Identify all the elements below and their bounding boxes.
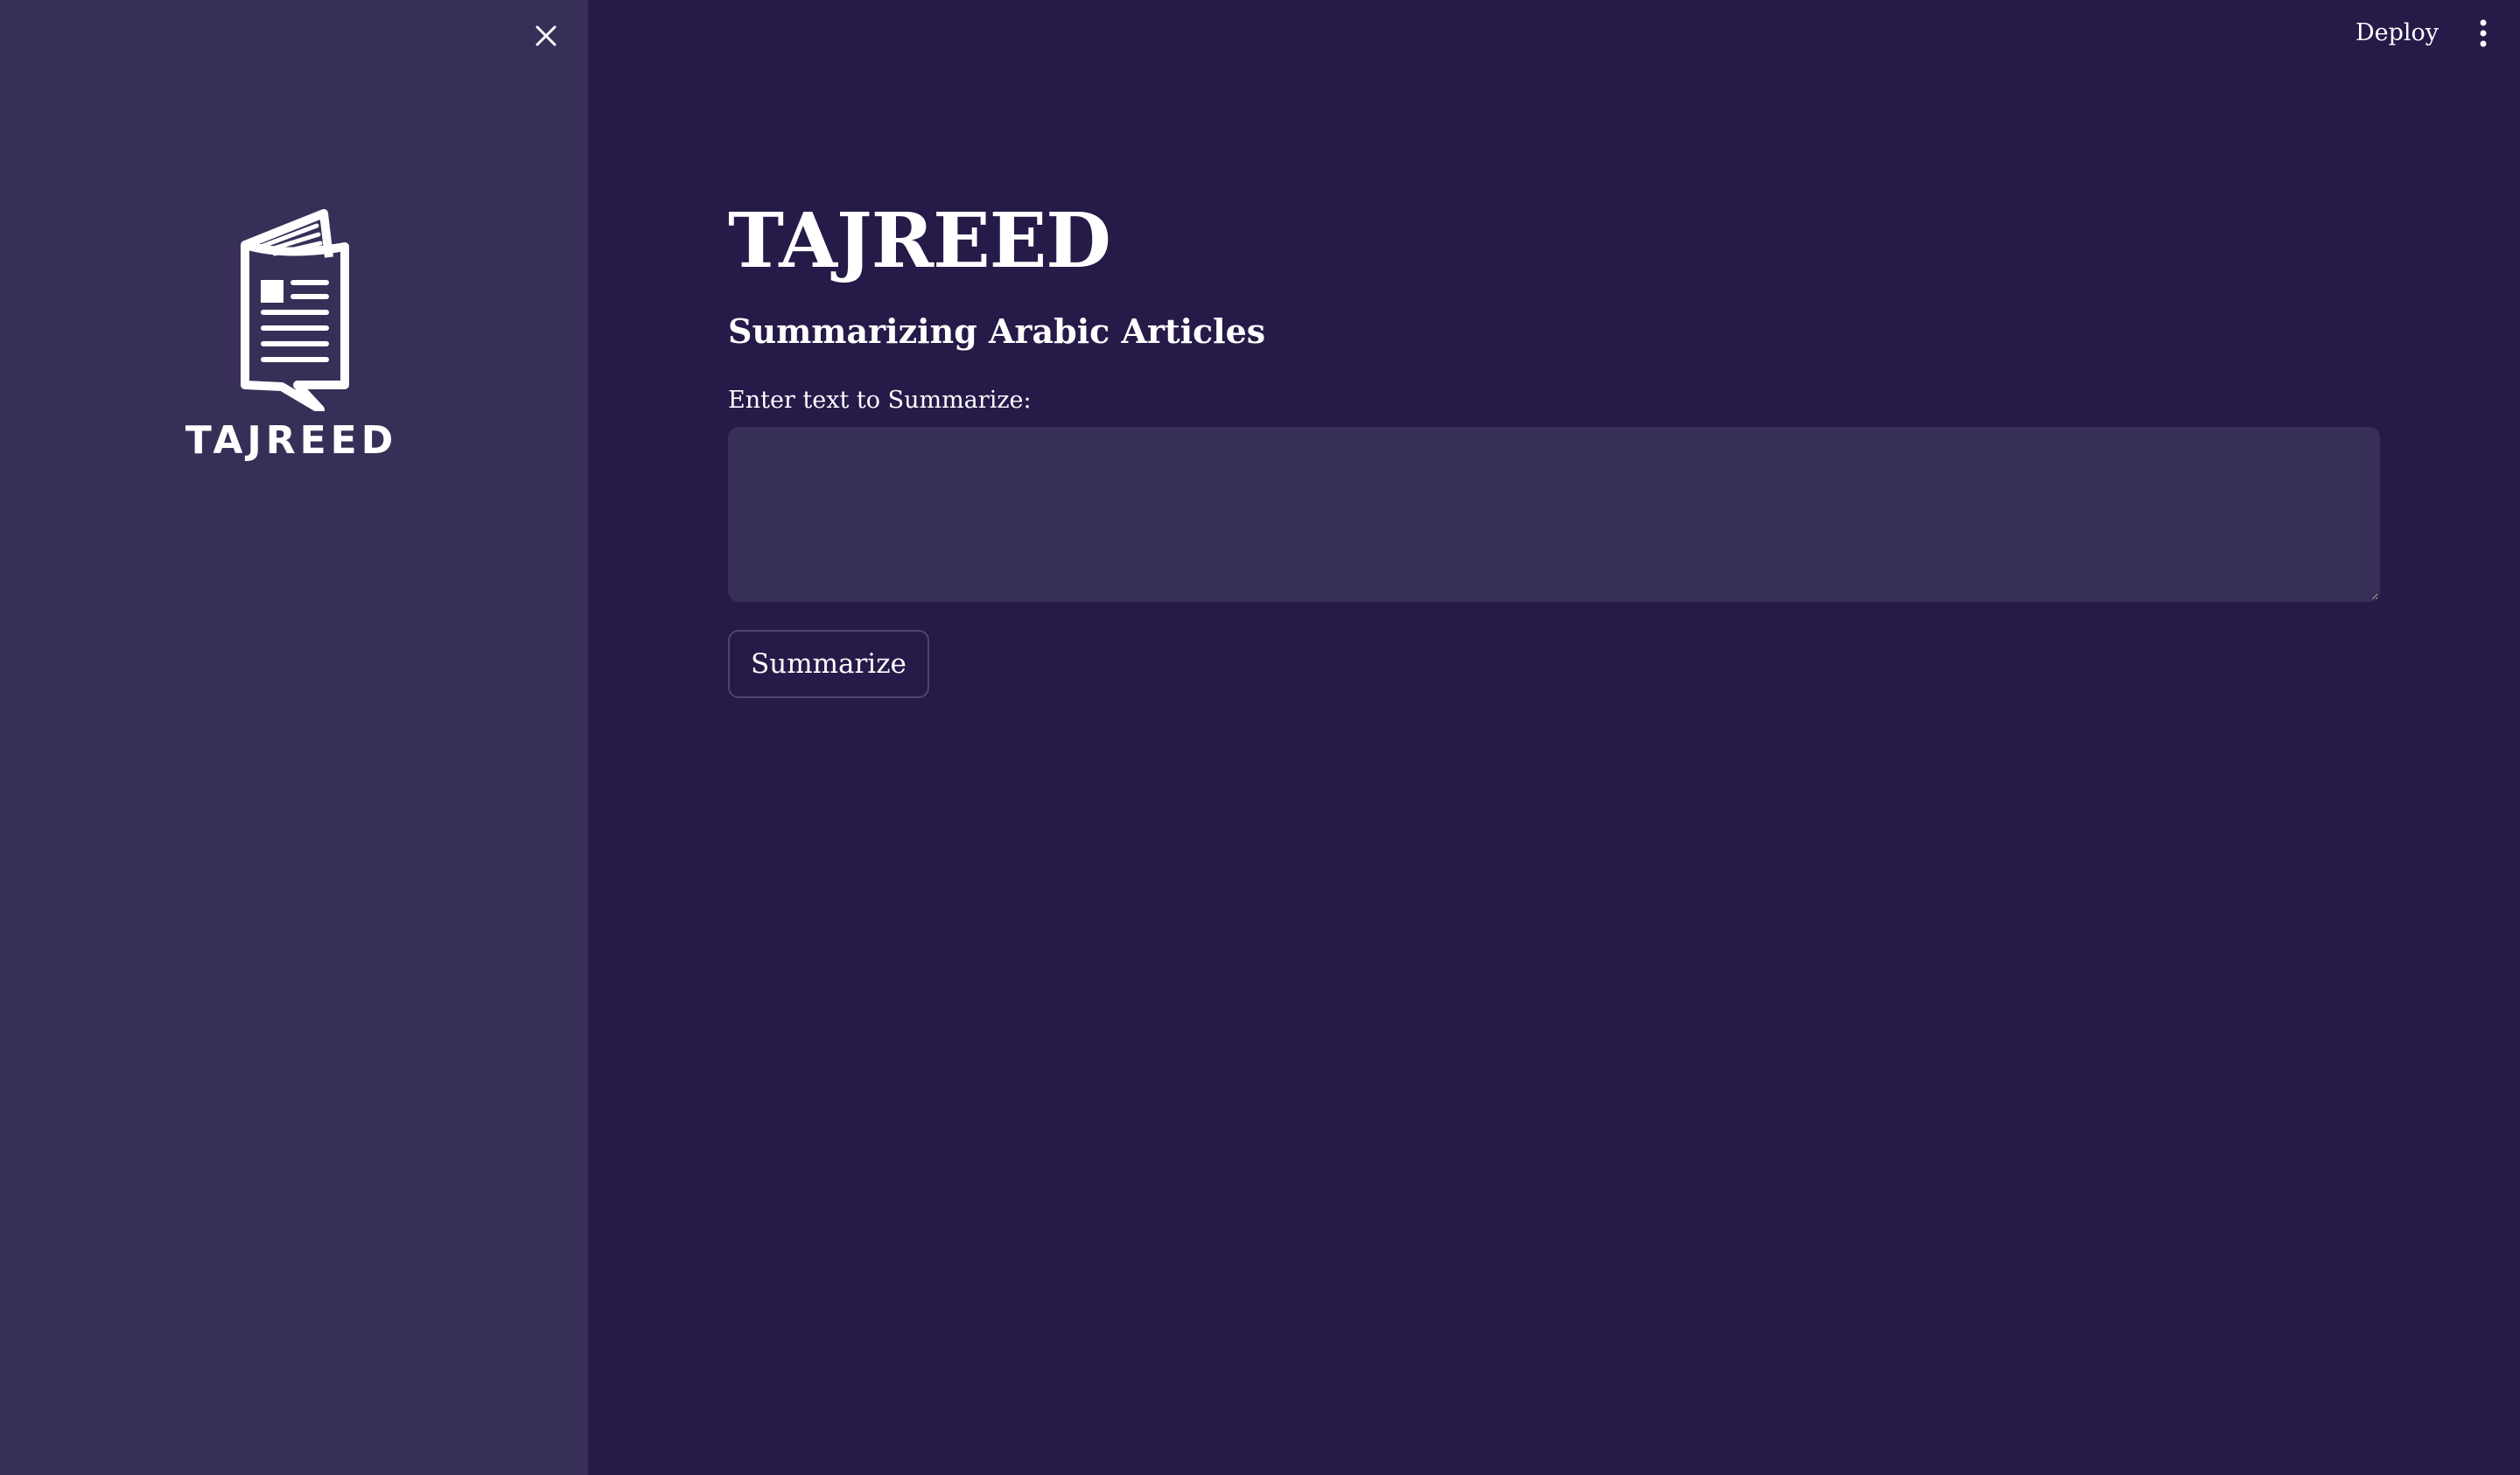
sidebar: TAJREED (0, 0, 588, 1475)
page-subtitle: Summarizing Arabic Articles (728, 311, 1266, 351)
summarize-text-input[interactable] (728, 427, 2380, 602)
newspaper-icon (241, 209, 349, 411)
page-title: TAJREED (728, 197, 1111, 285)
logo-text: TAJREED (185, 418, 398, 463)
main-content: TAJREED Summarizing Arabic Articles Ente… (728, 192, 2380, 698)
text-input-label: Enter text to Summarize: (728, 387, 1032, 414)
deploy-button[interactable]: Deploy (2338, 14, 2456, 52)
close-sidebar-button[interactable] (529, 19, 563, 52)
vertical-ellipsis-icon (2480, 19, 2487, 47)
logo: TAJREED (175, 201, 408, 463)
close-icon (536, 25, 556, 46)
main-menu-button[interactable] (2468, 16, 2499, 51)
summarize-button[interactable]: Summarize (728, 630, 929, 698)
